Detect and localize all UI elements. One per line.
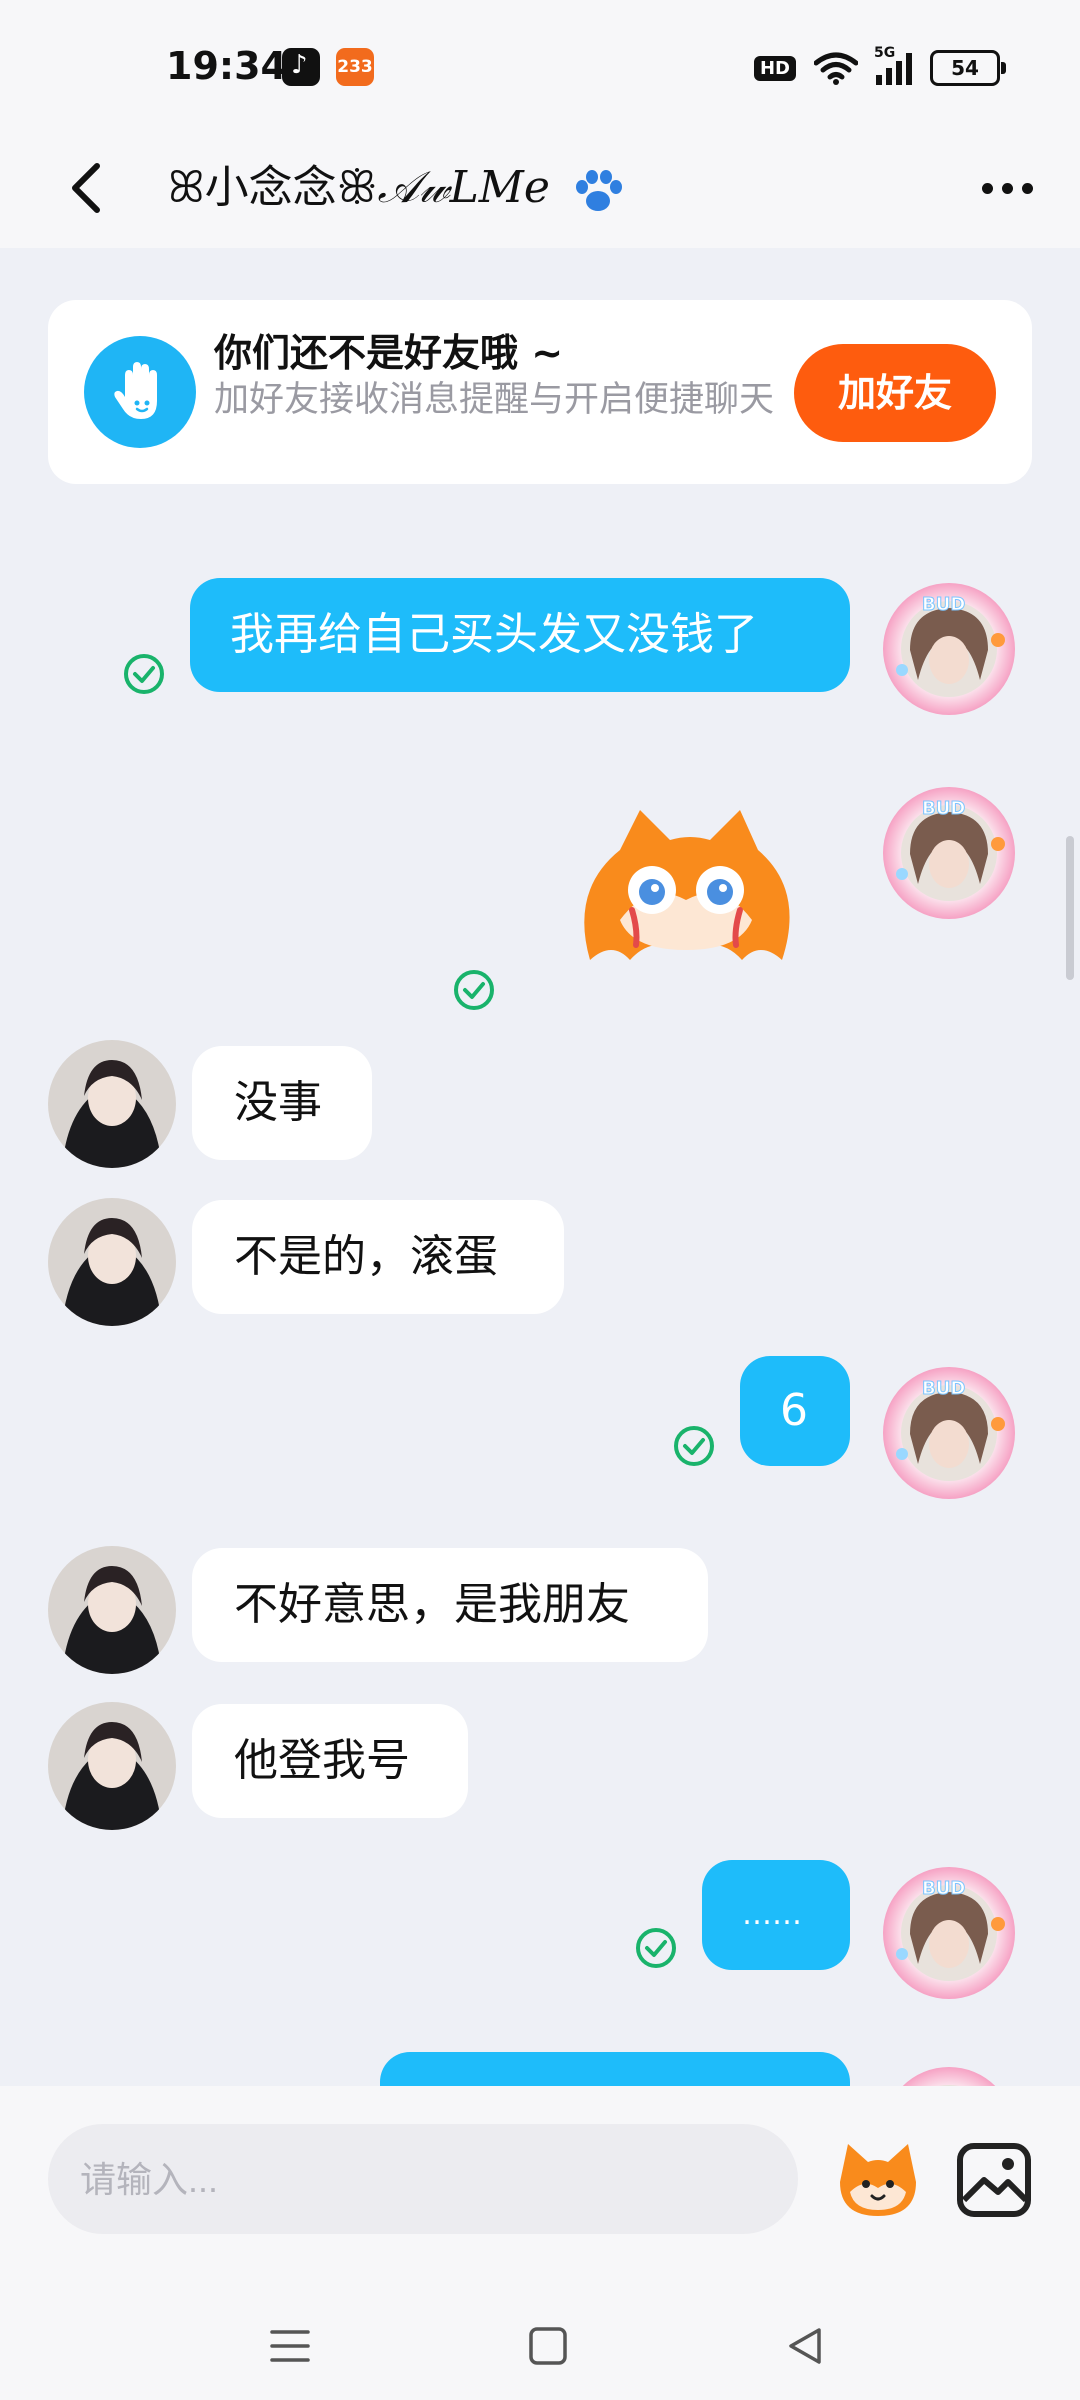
my-avatar[interactable]: BUD: [880, 1364, 1018, 1502]
signal-icon: 5G: [874, 45, 912, 85]
tiktok-app-icon: [282, 48, 320, 86]
system-nav-bar: [0, 2306, 1080, 2400]
app-233-icon: 233: [336, 48, 374, 86]
svg-text:BUD: BUD: [922, 798, 965, 819]
status-time: 19:34: [166, 44, 287, 88]
contact-avatar[interactable]: [48, 1198, 176, 1326]
my-avatar[interactable]: BUD: [880, 580, 1018, 718]
menu-icon: [270, 2330, 310, 2362]
message-bubble-outgoing[interactable]: ……: [702, 1860, 850, 1970]
read-check-icon: [454, 970, 494, 1010]
wave-hand-icon: [84, 336, 196, 448]
message-input[interactable]: [78, 2124, 762, 2236]
read-check-icon: [674, 1426, 714, 1466]
message-bubble-incoming[interactable]: 不是的，滚蛋: [192, 1200, 564, 1314]
chat-title-text: ꕤ小念念ꕥ: [168, 162, 378, 213]
more-icon: [981, 182, 993, 194]
svg-text:BUD: BUD: [922, 1378, 965, 1399]
my-avatar[interactable]: BUD: [880, 1864, 1018, 2002]
message-bubble-incoming[interactable]: 不好意思，是我朋友: [192, 1548, 708, 1662]
chat-header: ꕤ小念念ꕥ𝒜𝓌𝐿𝑀𝑒: [0, 130, 1080, 248]
contact-avatar[interactable]: [48, 1702, 176, 1830]
contact-avatar[interactable]: [48, 1546, 176, 1674]
system-back-button[interactable]: [766, 2306, 846, 2386]
recent-apps-button[interactable]: [250, 2306, 330, 2386]
image-icon: [957, 2143, 1031, 2217]
message-input-container: [48, 2124, 798, 2236]
message-bubble-incoming[interactable]: 没事: [192, 1046, 372, 1160]
back-icon: [72, 163, 100, 213]
fox-emoji-icon: [840, 2144, 916, 2216]
status-indicators: HD 5G 54: [753, 45, 1006, 88]
wifi-icon: [814, 52, 858, 85]
friend-card-title: 你们还不是好友哦 ~: [214, 331, 564, 375]
network-type: 5G: [874, 45, 896, 61]
battery-icon: 54: [930, 50, 1006, 86]
read-check-icon: [636, 1928, 676, 1968]
home-square-icon: [529, 2327, 567, 2365]
scrollbar-thumb[interactable]: [1066, 836, 1074, 980]
message-bubble-outgoing[interactable]: 6: [740, 1356, 850, 1466]
triangle-back-icon: [789, 2328, 821, 2364]
chat-title: ꕤ小念念ꕥ𝒜𝓌𝐿𝑀𝑒: [168, 152, 626, 224]
svg-text:BUD: BUD: [922, 594, 965, 615]
back-button[interactable]: [58, 152, 114, 224]
read-check-icon: [124, 654, 164, 694]
friend-card-subtitle: 加好友接收消息提醒与开启便捷聊天: [214, 380, 775, 420]
chat-title-fancy: 𝒜𝓌𝐿𝑀𝑒: [377, 162, 550, 213]
home-button[interactable]: [508, 2306, 588, 2386]
friend-request-card: 你们还不是好友哦 ~ 加好友接收消息提醒与开启便捷聊天 加好友: [48, 300, 1032, 484]
my-avatar[interactable]: BUD: [880, 784, 1018, 922]
more-button[interactable]: [972, 160, 1042, 216]
message-bubble-outgoing[interactable]: 我再给自己买头发又没钱了: [190, 578, 850, 692]
status-bar: 19:34 233 HD 5G 54: [0, 0, 1080, 130]
crying-fox-sticker[interactable]: [560, 800, 810, 980]
image-button[interactable]: [952, 2138, 1036, 2222]
input-area: [0, 2086, 1080, 2400]
svg-text:BUD: BUD: [922, 1878, 965, 1899]
add-friend-button[interactable]: 加好友: [794, 344, 996, 442]
emoji-button[interactable]: [830, 2130, 926, 2226]
contact-avatar[interactable]: [48, 1040, 176, 1168]
message-bubble-incoming[interactable]: 他登我号: [192, 1704, 468, 1818]
paw-icon: [575, 170, 622, 211]
hd-badge: HD: [753, 55, 796, 81]
